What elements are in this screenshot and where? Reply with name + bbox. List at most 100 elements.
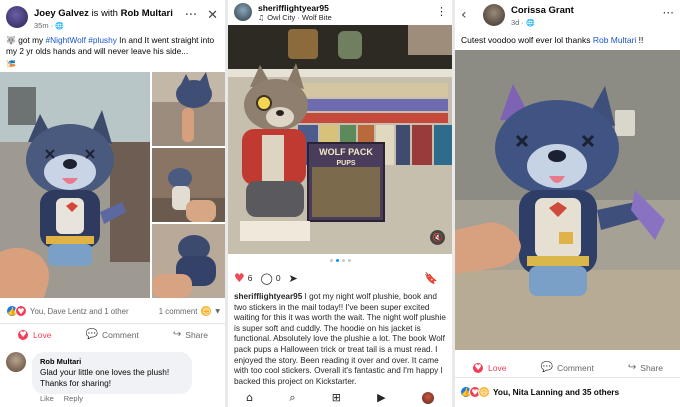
share-icon: ↪ bbox=[627, 362, 637, 373]
plush-photo-illustration bbox=[455, 50, 680, 350]
comment-actions: Like Reply bbox=[40, 394, 83, 403]
comment-button[interactable]: 💬 Comment bbox=[541, 362, 594, 373]
bookmark-icon: 🔖 bbox=[424, 271, 438, 285]
globe-icon: 🌐 bbox=[526, 19, 535, 27]
profile-avatar[interactable] bbox=[421, 391, 434, 404]
avatar[interactable] bbox=[234, 3, 252, 21]
comment-button[interactable]: ◯ 0 bbox=[261, 272, 281, 285]
book-title-line2: PUPS bbox=[336, 160, 355, 167]
reactions-summary[interactable]: 👍 ♥ You, Dave Lentz and 1 other 1 commen… bbox=[6, 305, 220, 317]
hashtag-plushy[interactable]: #plushy bbox=[88, 35, 117, 45]
photo-gallery[interactable] bbox=[0, 72, 225, 298]
bottom-nav: ⌂ ⌕ ⊞ ▶ bbox=[228, 388, 452, 407]
share-icon: ↪ bbox=[172, 329, 182, 340]
comment-reply-link[interactable]: Reply bbox=[64, 394, 83, 403]
username[interactable]: sheriffIightyear95 bbox=[258, 3, 329, 13]
save-button[interactable]: 🔖 bbox=[424, 272, 438, 285]
love-button[interactable]: ♥ Love bbox=[472, 361, 506, 374]
more-icon[interactable]: ⋮ bbox=[436, 5, 447, 18]
photo-thumb-2[interactable] bbox=[152, 148, 225, 222]
comment-text: Glad your little one loves the plush! Th… bbox=[40, 367, 170, 388]
avatar[interactable] bbox=[483, 4, 505, 26]
music-info[interactable]: ♫ Owl City · Wolf Bite bbox=[258, 13, 332, 22]
home-icon[interactable]: ⌂ bbox=[246, 391, 253, 404]
instagram-post: sheriffIightyear95 ♫ Owl City · Wolf Bit… bbox=[228, 0, 452, 407]
comment-icon: 💬 bbox=[540, 362, 553, 373]
heart-icon: ♥ bbox=[17, 328, 30, 341]
like-count: 6 bbox=[247, 273, 253, 283]
author-name[interactable]: Corissa Grant bbox=[511, 5, 574, 16]
caption-text: I got my night wolf plushie, book and tw… bbox=[234, 292, 446, 386]
share-button[interactable]: ➤ bbox=[289, 272, 298, 285]
caption-emoji: 🎏 bbox=[6, 59, 218, 70]
post-caption: sheriffIightyear95 I got my night wolf p… bbox=[234, 292, 448, 387]
photo-thumb-1[interactable] bbox=[152, 72, 225, 146]
post-time[interactable]: 35m bbox=[34, 21, 49, 30]
close-icon[interactable]: ✕ bbox=[207, 8, 218, 23]
like-button[interactable]: ♥ 6 bbox=[234, 271, 253, 285]
post-action-bar: ♥ 6 ◯ 0 ➤ 🔖 bbox=[234, 270, 446, 286]
post-meta: 35m · 🌐 bbox=[34, 21, 64, 30]
comment-like-link[interactable]: Like bbox=[40, 394, 54, 403]
author-name[interactable]: Joey Galvez bbox=[34, 8, 89, 19]
thumb-illustration bbox=[152, 72, 225, 146]
comment-count: 0 bbox=[275, 273, 281, 283]
comment-author[interactable]: Rob Multari bbox=[40, 357, 184, 366]
comment-bubble: Rob Multari Glad your little one loves t… bbox=[32, 352, 192, 394]
more-icon[interactable]: ··· bbox=[185, 8, 197, 23]
reaction-icons: 👍 ♥ bbox=[6, 305, 27, 317]
post-header: sheriffIightyear95 ♫ Owl City · Wolf Bit… bbox=[234, 3, 449, 23]
reels-icon[interactable]: ▶ bbox=[377, 391, 385, 404]
chevron-down-icon: ▼ bbox=[215, 307, 220, 315]
post-time[interactable]: 3d bbox=[511, 18, 519, 27]
share-button[interactable]: ↪ Share bbox=[628, 362, 663, 373]
mute-icon[interactable]: 🔇 bbox=[430, 230, 445, 245]
heart-icon: ♥ bbox=[234, 271, 245, 285]
photo-main[interactable] bbox=[0, 72, 150, 298]
with-text: is with bbox=[91, 8, 118, 19]
more-icon[interactable]: ··· bbox=[663, 6, 674, 20]
profile-reaction-icon: 😊 bbox=[200, 305, 213, 317]
add-icon[interactable]: ⊞ bbox=[332, 391, 341, 404]
love-reaction-icon: ♥ bbox=[15, 305, 27, 317]
book-title-line1: WOLF PACK bbox=[319, 147, 373, 157]
comment-icon: 💬 bbox=[85, 329, 98, 340]
music-note-icon: ♫ bbox=[258, 13, 265, 22]
post-photo[interactable]: WOLF PACK PUPS 🔇 bbox=[228, 25, 452, 254]
post-header: Joey Galvez is with Rob Multari 35m · 🌐 … bbox=[6, 6, 220, 30]
comment-count-area[interactable]: 1 comment 😊 ▼ bbox=[159, 305, 220, 317]
share-icon: ➤ bbox=[288, 271, 298, 285]
heart-icon: ♥ bbox=[472, 361, 485, 374]
reactions-summary[interactable]: 👍 ♥ 😆 You, Nita Lanning and 35 others bbox=[460, 386, 675, 398]
mention-link[interactable]: Rob Multari bbox=[593, 35, 636, 45]
back-icon[interactable]: ‹ bbox=[461, 7, 467, 23]
globe-icon: 🌐 bbox=[55, 21, 64, 30]
avatar[interactable] bbox=[6, 352, 26, 372]
post-header: ‹ Corissa Grant 3d · 🌐 ··· bbox=[461, 4, 676, 28]
screenshot-collage: Joey Galvez is with Rob Multari 35m · 🌐 … bbox=[0, 0, 680, 407]
post-author-line: Joey Galvez is with Rob Multari bbox=[34, 8, 173, 19]
post-caption: Cutest voodoo wolf ever lol thanks Rob M… bbox=[461, 35, 644, 45]
haha-reaction-icon: 😆 bbox=[478, 386, 490, 398]
hashtag-nightwolf[interactable]: #NightWolf bbox=[46, 35, 86, 45]
thumb-illustration bbox=[152, 224, 225, 298]
post-action-bar: ♥ Love 💬 Comment ↪ Share bbox=[455, 358, 680, 378]
caption-username[interactable]: sheriffIightyear95 bbox=[234, 292, 302, 301]
reactions-text: You, Dave Lentz and 1 other bbox=[30, 306, 129, 316]
header-actions: ··· ✕ bbox=[185, 8, 218, 23]
comment-count[interactable]: 1 comment bbox=[159, 307, 198, 316]
post-photo[interactable] bbox=[455, 50, 680, 350]
share-button[interactable]: ↪ Share bbox=[173, 329, 208, 340]
comment-button[interactable]: 💬 Comment bbox=[86, 329, 139, 340]
search-icon[interactable]: ⌕ bbox=[289, 391, 295, 405]
post-meta: 3d · 🌐 bbox=[511, 18, 535, 27]
music-label: Owl City · Wolf Bite bbox=[267, 13, 332, 22]
avatar[interactable] bbox=[6, 6, 28, 28]
photo-thumb-3[interactable] bbox=[152, 224, 225, 298]
reaction-icons: 👍 ♥ 😆 bbox=[460, 386, 490, 398]
love-button[interactable]: ♥ Love bbox=[17, 328, 51, 341]
comment-item: Rob Multari Glad your little one loves t… bbox=[6, 352, 220, 403]
post-caption: 🐺 got my #NightWolf #plushy In and It we… bbox=[6, 35, 218, 70]
tagged-name[interactable]: Rob Multari bbox=[121, 8, 173, 19]
carousel-indicator bbox=[228, 259, 452, 262]
